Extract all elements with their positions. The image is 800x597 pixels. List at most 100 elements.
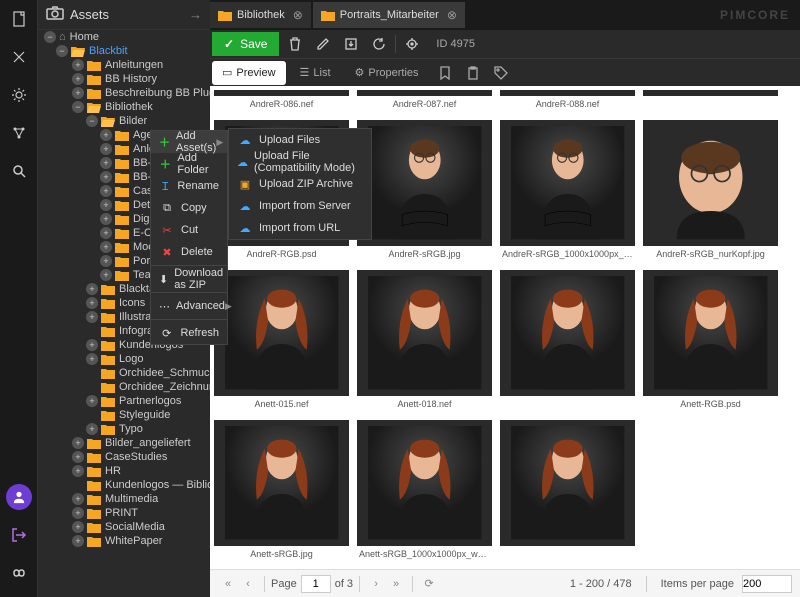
- context-menu-item[interactable]: ＩRename: [151, 175, 227, 197]
- list-tab[interactable]: ☰List: [290, 61, 341, 85]
- properties-tab[interactable]: ⚙Properties: [345, 61, 429, 85]
- tree-item[interactable]: +WhitePaper: [38, 534, 210, 548]
- expander-icon[interactable]: +: [72, 493, 84, 505]
- tree-home[interactable]: − ⌂ Home: [38, 30, 210, 44]
- expander-icon[interactable]: +: [100, 171, 112, 183]
- tree-item[interactable]: +Anleitungen: [38, 58, 210, 72]
- expander-icon[interactable]: +: [86, 423, 98, 435]
- thumbnail[interactable]: Anett-RGB.psd: [643, 270, 778, 412]
- tree-item[interactable]: +HR: [38, 464, 210, 478]
- exit-icon[interactable]: [0, 516, 38, 554]
- tree-item[interactable]: −Bilder: [38, 114, 210, 128]
- tree-item[interactable]: +Multimedia: [38, 492, 210, 506]
- context-menu-item[interactable]: ⋯Advanced▶: [151, 295, 227, 317]
- expander-icon[interactable]: +: [72, 465, 84, 477]
- infinity-icon[interactable]: [0, 554, 38, 592]
- context-menu-item[interactable]: ⧉Copy: [151, 197, 227, 219]
- bookmark-icon[interactable]: [431, 59, 459, 87]
- thumbnail[interactable]: Anett-sRGB.jpg: [214, 420, 349, 562]
- perpage-select[interactable]: [742, 575, 792, 593]
- reload-button[interactable]: ⟳: [419, 574, 439, 594]
- download-button[interactable]: [337, 30, 365, 58]
- preview-tab[interactable]: ▭Preview: [212, 61, 286, 85]
- expander-icon[interactable]: +: [86, 353, 98, 365]
- thumbnail[interactable]: AndreR-086.nef: [214, 90, 349, 112]
- last-page-button[interactable]: »: [386, 574, 406, 594]
- expander-icon[interactable]: +: [86, 395, 98, 407]
- context-menu-item[interactable]: ☁Import from URL: [229, 217, 371, 239]
- expander-icon[interactable]: +: [86, 311, 98, 323]
- tree-item[interactable]: +Logo: [38, 352, 210, 366]
- thumbnail[interactable]: [643, 90, 778, 112]
- tag-icon[interactable]: [487, 59, 515, 87]
- gear-icon[interactable]: [0, 76, 38, 114]
- nodes-icon[interactable]: [0, 114, 38, 152]
- tree-item[interactable]: +Beschreibung BB Plugins: [38, 86, 210, 100]
- expander-icon[interactable]: −: [72, 101, 84, 113]
- tree-item[interactable]: Kundenlogos — Bibliothek: [38, 478, 210, 492]
- expander-icon[interactable]: +: [100, 157, 112, 169]
- expander-icon[interactable]: +: [72, 521, 84, 533]
- tree-item[interactable]: +Bilder_angeliefert: [38, 436, 210, 450]
- thumbnail[interactable]: AndreR-sRGB.jpg: [357, 120, 492, 262]
- context-menu-item[interactable]: ⟳Refresh: [151, 322, 227, 344]
- tree-item[interactable]: Orchidee_Zeichnungen: [38, 380, 210, 394]
- expander-icon[interactable]: +: [100, 269, 112, 281]
- thumbnail[interactable]: AndreR-sRGB_nurKopf.jpg: [643, 120, 778, 262]
- tree-item[interactable]: +SocialMedia: [38, 520, 210, 534]
- tree-item[interactable]: +Partnerlogos: [38, 394, 210, 408]
- tab[interactable]: Portraits_Mitarbeiter⊗: [313, 2, 465, 28]
- tree-item[interactable]: +CaseStudies: [38, 450, 210, 464]
- expander-icon[interactable]: +: [100, 227, 112, 239]
- expander-icon[interactable]: +: [86, 283, 98, 295]
- expander-icon[interactable]: −: [56, 45, 68, 57]
- expander-icon[interactable]: −: [86, 115, 98, 127]
- thumbnail[interactable]: AndreR-088.nef: [500, 90, 635, 112]
- delete-button[interactable]: [281, 30, 309, 58]
- context-menu-item[interactable]: ☁Upload File (Compatibility Mode): [229, 151, 371, 173]
- thumbnail[interactable]: Anett-sRGB_1000x1000px_web.jpg: [357, 420, 492, 562]
- prev-page-button[interactable]: ‹: [238, 574, 258, 594]
- thumbnail[interactable]: [500, 420, 635, 562]
- search-icon[interactable]: [0, 152, 38, 190]
- next-page-button[interactable]: ›: [366, 574, 386, 594]
- refresh-button[interactable]: [365, 30, 393, 58]
- user-icon[interactable]: [6, 484, 32, 510]
- expander-icon[interactable]: +: [72, 507, 84, 519]
- context-menu-item[interactable]: ▣Upload ZIP Archive: [229, 173, 371, 195]
- save-button[interactable]: Save: [212, 32, 279, 56]
- locate-button[interactable]: [398, 30, 426, 58]
- clipboard-icon[interactable]: [459, 59, 487, 87]
- thumbnail[interactable]: Anett-018.nef: [357, 270, 492, 412]
- close-icon[interactable]: ⊗: [447, 8, 457, 22]
- thumbnail[interactable]: AndreR-sRGB_1000x1000px_web.jpg: [500, 120, 635, 262]
- expander-icon[interactable]: +: [72, 437, 84, 449]
- expander-icon[interactable]: +: [100, 213, 112, 225]
- collapse-icon[interactable]: →: [189, 7, 202, 22]
- expander-icon[interactable]: +: [86, 297, 98, 309]
- thumbnail[interactable]: AndreR-087.nef: [357, 90, 492, 112]
- context-menu-item[interactable]: ＋Add Asset(s)▶: [151, 131, 227, 153]
- context-menu-item[interactable]: ＋Add Folder: [151, 153, 227, 175]
- expander-icon[interactable]: +: [100, 241, 112, 253]
- tab[interactable]: Bibliothek⊗: [210, 2, 311, 28]
- context-menu-item[interactable]: ☁Upload Files: [229, 129, 371, 151]
- expander-icon[interactable]: +: [72, 535, 84, 547]
- expander-icon[interactable]: +: [72, 73, 84, 85]
- context-menu-item[interactable]: ✖Delete: [151, 241, 227, 263]
- page-input[interactable]: [301, 575, 331, 593]
- thumbnail[interactable]: Anett-015.nef: [214, 270, 349, 412]
- tree-blackbit[interactable]: − Blackbit: [38, 44, 210, 58]
- expander-icon[interactable]: +: [100, 199, 112, 211]
- document-icon[interactable]: [0, 0, 38, 38]
- expander-icon[interactable]: +: [72, 451, 84, 463]
- first-page-button[interactable]: «: [218, 574, 238, 594]
- context-menu-item[interactable]: ⬇Download as ZIP: [151, 268, 227, 290]
- expander-icon[interactable]: +: [100, 185, 112, 197]
- tree-item[interactable]: Styleguide: [38, 408, 210, 422]
- expander-icon[interactable]: +: [72, 87, 84, 99]
- tools-icon[interactable]: [0, 38, 38, 76]
- expander-icon[interactable]: −: [44, 31, 56, 43]
- thumbnail[interactable]: [500, 270, 635, 412]
- tree-item[interactable]: Orchidee_Schmuckbilder: [38, 366, 210, 380]
